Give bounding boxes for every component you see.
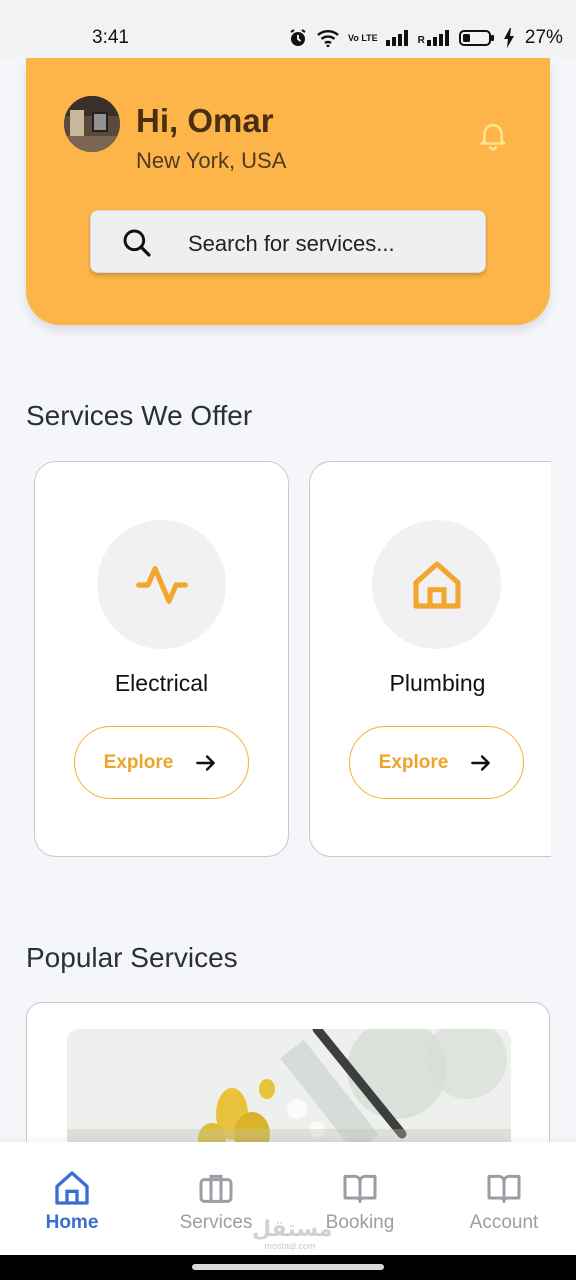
service-card-electrical[interactable]: Electrical Explore (34, 461, 289, 857)
greeting-title: Hi, Omar (136, 102, 274, 139)
avatar[interactable] (64, 96, 120, 152)
nav-label-home: Home (45, 1212, 99, 1233)
service-card-plumbing[interactable]: Plumbing Explore (309, 461, 551, 857)
search-icon (121, 227, 153, 264)
book-open-icon (487, 1174, 521, 1203)
charging-icon (503, 28, 514, 48)
volte-icon: Vo LTE (348, 32, 378, 43)
arrow-right-icon (196, 754, 216, 771)
popular-section-title: Popular Services (26, 942, 238, 973)
nav-item-account[interactable]: Account (432, 1142, 576, 1255)
watermark-subtext: mostaql.com (264, 1241, 316, 1251)
user-location: New York, USA (136, 148, 287, 173)
book-icon (343, 1174, 377, 1203)
service-icon-circle (372, 520, 501, 649)
signal-icon (385, 30, 408, 46)
status-icons: Vo LTE R 27% (288, 27, 563, 49)
battery-percent: 27% (524, 27, 563, 48)
gesture-area (0, 1255, 576, 1280)
service-icon-circle (97, 520, 226, 649)
volte-label: Vo LTE (348, 32, 378, 43)
status-bar: 3:41 Vo LTE R 27% (0, 0, 576, 58)
briefcase-icon (199, 1174, 233, 1203)
roaming-label: R (417, 35, 425, 46)
home-icon (55, 1171, 89, 1205)
wifi-icon (317, 30, 339, 47)
search-placeholder: Search for services... (188, 231, 395, 256)
service-name: Electrical (114, 670, 209, 696)
explore-label: Explore (378, 751, 449, 773)
explore-button[interactable]: Explore (349, 726, 524, 799)
roaming-signal-icon: R (418, 30, 451, 46)
services-section-title: Services We Offer (26, 400, 253, 431)
arrow-right-icon (471, 754, 491, 771)
nav-label-account: Account (469, 1212, 539, 1233)
activity-icon (135, 565, 188, 604)
header-card: Hi, Omar New York, USA Search for servic… (26, 58, 550, 325)
explore-button[interactable]: Explore (74, 726, 249, 799)
explore-label: Explore (103, 751, 174, 773)
alarm-icon (290, 29, 306, 46)
search-input[interactable]: Search for services... (90, 210, 486, 273)
status-time: 3:41 (92, 27, 129, 48)
home-gesture-bar[interactable] (192, 1264, 384, 1270)
service-name: Plumbing (389, 670, 486, 696)
battery-icon (458, 30, 494, 46)
nav-item-home[interactable]: Home (0, 1142, 144, 1255)
home-icon (412, 560, 461, 609)
bell-icon[interactable] (476, 118, 510, 157)
